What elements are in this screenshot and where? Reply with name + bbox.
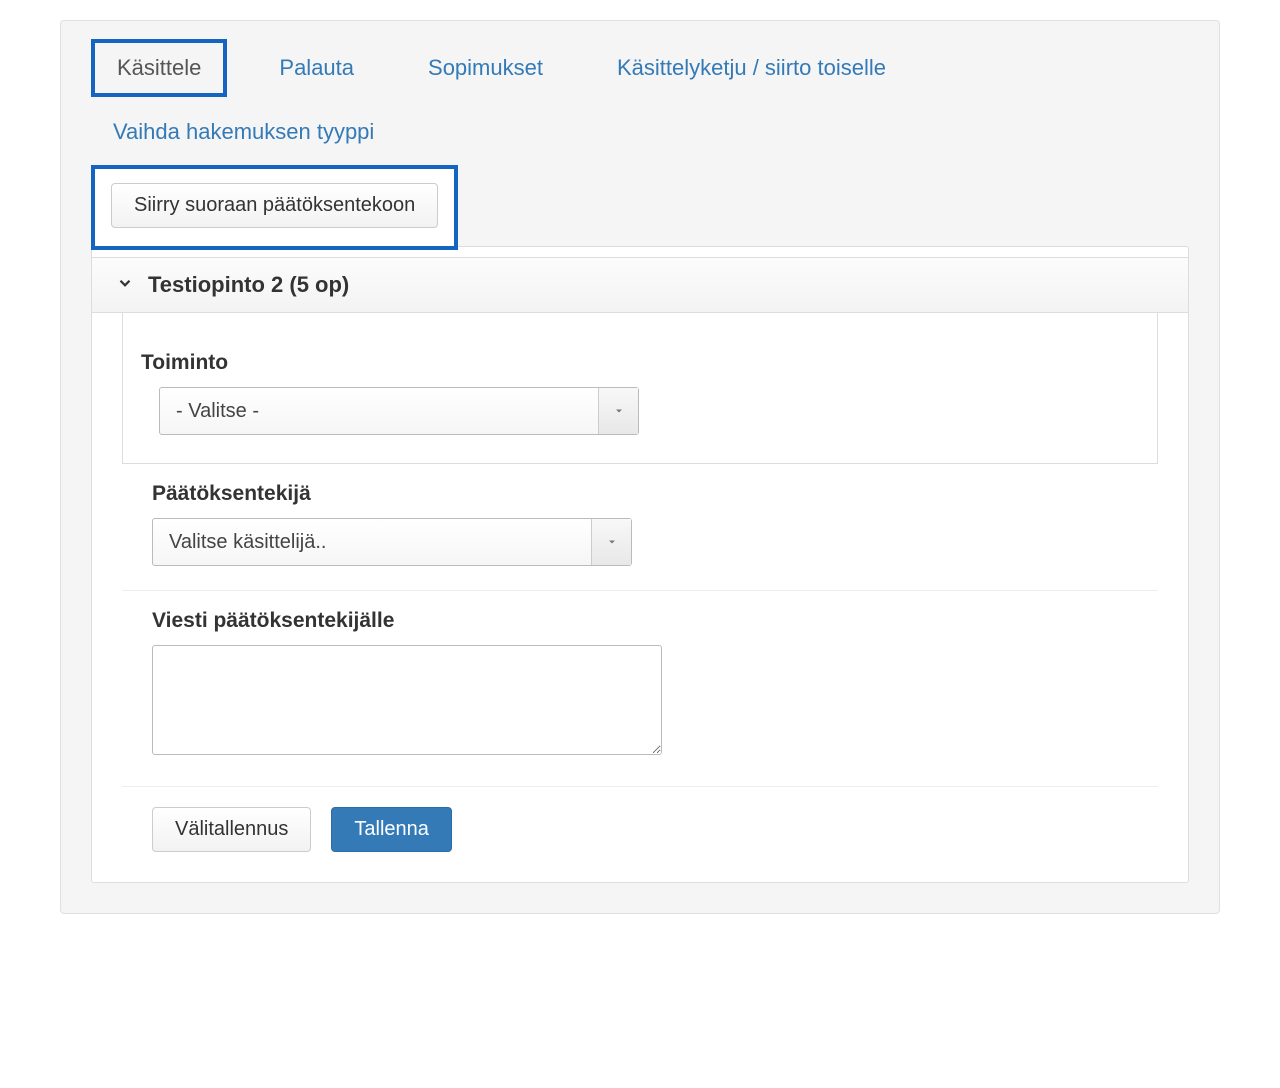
tab-process[interactable]: Käsittele (91, 39, 227, 97)
caret-down-icon (598, 388, 638, 434)
chevron-down-icon (116, 272, 134, 298)
accordion-body: Toiminto - Valitse - (122, 313, 1158, 464)
tab-contracts[interactable]: Sopimukset (406, 43, 565, 93)
go-direct-decision-button[interactable]: Siirry suoraan päätöksentekoon (111, 183, 438, 228)
caret-down-icon (591, 519, 631, 565)
tab-processing-chain[interactable]: Käsittelyketju / siirto toiselle (595, 43, 908, 93)
action-select-value: - Valitse - (160, 388, 598, 434)
tab-bar: Käsittele Palauta Sopimukset Käsittelyke… (61, 21, 1219, 97)
content-frame: Siirry suoraan päätöksentekoon Testiopin… (91, 165, 1189, 883)
accordion-header-testiopinto[interactable]: Testiopinto 2 (5 op) (92, 257, 1188, 313)
go-direct-highlight: Siirry suoraan päätöksentekoon (91, 165, 458, 250)
message-label: Viesti päätöksentekijälle (152, 609, 1128, 633)
save-button[interactable]: Tallenna (331, 807, 452, 852)
message-section: Viesti päätöksentekijälle (122, 591, 1158, 787)
content-body: Testiopinto 2 (5 op) Toiminto - Valitse … (91, 246, 1189, 883)
decider-section: Päätöksentekijä Valitse käsittelijä.. (122, 464, 1158, 591)
message-textarea[interactable] (152, 645, 662, 755)
action-select[interactable]: - Valitse - (159, 387, 639, 435)
main-panel: Käsittele Palauta Sopimukset Käsittelyke… (60, 20, 1220, 914)
decider-select-value: Valitse käsittelijä.. (153, 519, 591, 565)
decider-label: Päätöksentekijä (152, 482, 1128, 506)
button-row: Välitallennus Tallenna (122, 787, 1158, 852)
accordion-title: Testiopinto 2 (5 op) (148, 272, 349, 298)
save-draft-button[interactable]: Välitallennus (152, 807, 311, 852)
decider-select[interactable]: Valitse käsittelijä.. (152, 518, 632, 566)
tab-return[interactable]: Palauta (257, 43, 376, 93)
action-label: Toiminto (141, 351, 1139, 375)
change-application-type-link[interactable]: Vaihda hakemuksen tyyppi (113, 119, 374, 145)
